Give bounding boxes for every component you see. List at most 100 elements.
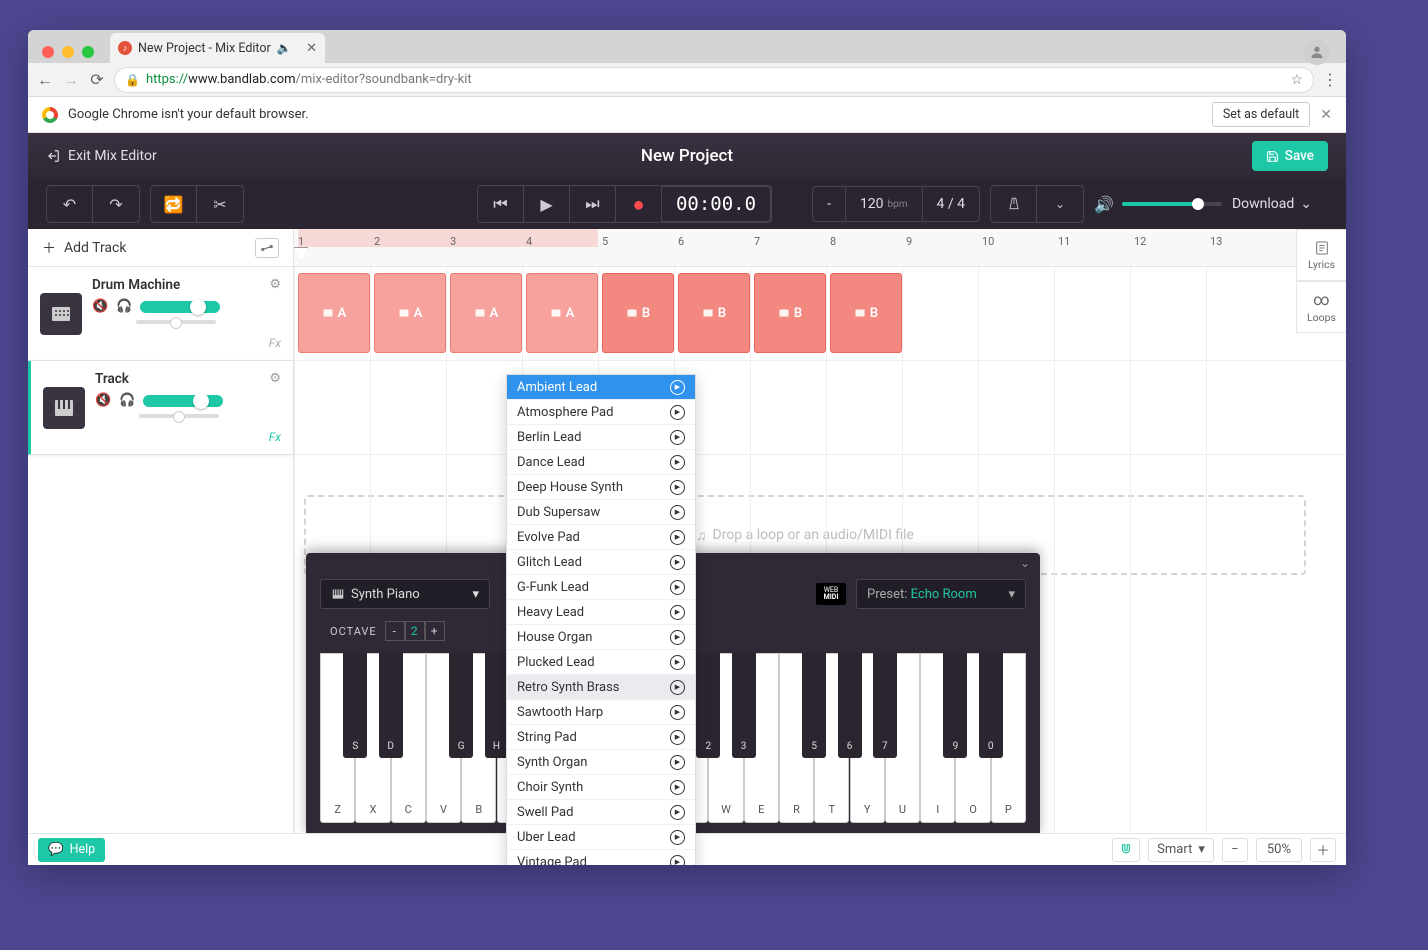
automation-toggle[interactable] (255, 238, 279, 258)
track-volume-slider[interactable] (140, 301, 220, 313)
dropdown-item[interactable]: String Pad▶ (507, 725, 695, 750)
dropdown-item[interactable]: Dance Lead▶ (507, 450, 695, 475)
snap-magnet-button[interactable] (1112, 838, 1140, 862)
dropdown-item[interactable]: Heavy Lead▶ (507, 600, 695, 625)
skip-back-button[interactable]: ⏮ (478, 186, 524, 222)
black-key[interactable]: 0 (979, 653, 1003, 758)
window-maximize-icon[interactable] (82, 46, 94, 58)
dropdown-item[interactable]: Dub Supersaw▶ (507, 500, 695, 525)
key-display[interactable]: - (813, 187, 846, 221)
black-key[interactable]: H (485, 653, 509, 758)
bookmark-star-icon[interactable]: ☆ (1290, 72, 1303, 88)
midi-clip[interactable]: B (754, 273, 826, 353)
mute-icon[interactable]: 🔇 (92, 299, 108, 314)
midi-clip[interactable]: A (450, 273, 522, 353)
window-close-icon[interactable] (42, 46, 54, 58)
preview-play-icon[interactable]: ▶ (670, 655, 685, 670)
dropdown-item[interactable]: Retro Synth Brass▶ (507, 675, 695, 700)
preview-play-icon[interactable]: ▶ (670, 480, 685, 495)
metronome-button[interactable] (991, 186, 1037, 222)
preview-play-icon[interactable]: ▶ (670, 805, 685, 820)
preview-play-icon[interactable]: ▶ (670, 755, 685, 770)
browser-tab[interactable]: ♪ New Project - Mix Editor 🔈 ✕ (110, 33, 325, 63)
snap-mode-selector[interactable]: Smart ▾ (1148, 838, 1214, 862)
volume-slider[interactable] (1122, 202, 1222, 206)
preview-play-icon[interactable]: ▶ (670, 680, 685, 695)
preview-play-icon[interactable]: ▶ (670, 580, 685, 595)
black-key[interactable]: 7 (873, 653, 897, 758)
solo-icon[interactable]: 🎧 (116, 299, 132, 314)
timesig-display[interactable]: 4 / 4 (923, 187, 979, 221)
record-button[interactable]: ● (616, 186, 662, 222)
black-key[interactable]: 5 (802, 653, 826, 758)
preview-play-icon[interactable]: ▶ (670, 455, 685, 470)
preview-play-icon[interactable]: ▶ (670, 380, 685, 395)
track-volume-slider[interactable] (143, 395, 223, 407)
preview-play-icon[interactable]: ▶ (670, 630, 685, 645)
preview-play-icon[interactable]: ▶ (670, 605, 685, 620)
track-name[interactable]: Drum Machine (92, 277, 281, 293)
cut-button[interactable]: ✂ (197, 186, 243, 222)
dropdown-item[interactable]: Evolve Pad▶ (507, 525, 695, 550)
url-field[interactable]: 🔒 https://www.bandlab.com/mix-editor?sou… (114, 67, 1314, 93)
preview-play-icon[interactable]: ▶ (670, 505, 685, 520)
redo-button[interactable]: ↷ (93, 186, 139, 222)
midi-clip[interactable]: B (678, 273, 750, 353)
dropdown-item[interactable]: G-Funk Lead▶ (507, 575, 695, 600)
dropdown-item[interactable]: Berlin Lead▶ (507, 425, 695, 450)
window-minimize-icon[interactable] (62, 46, 74, 58)
download-button[interactable]: Download ⌄ (1232, 196, 1312, 212)
black-key[interactable]: 6 (838, 653, 862, 758)
track-fx-button[interactable]: Fx (269, 430, 281, 444)
octave-down-button[interactable]: - (385, 621, 405, 641)
undo-button[interactable]: ↶ (47, 186, 93, 222)
zoom-in-button[interactable]: ＋ (1310, 838, 1336, 862)
metronome-menu-button[interactable]: ⌄ (1037, 186, 1083, 222)
playhead-icon[interactable] (294, 247, 308, 261)
tab-mute-icon[interactable]: 🔈 (277, 41, 292, 55)
track-row[interactable]: Track 🔇 🎧 ⚙ Fx (28, 361, 293, 455)
track-settings-icon[interactable]: ⚙ (269, 371, 281, 386)
midi-clip[interactable]: A (298, 273, 370, 353)
webmidi-badge[interactable]: WEBMIDI (816, 583, 846, 605)
instrument-selector[interactable]: Synth Piano ▾ (320, 579, 490, 609)
midi-clip[interactable]: A (526, 273, 598, 353)
dropdown-item[interactable]: Plucked Lead▶ (507, 650, 695, 675)
black-key[interactable]: S (343, 653, 367, 758)
profile-icon[interactable] (1304, 39, 1330, 65)
save-button[interactable]: Save (1252, 141, 1328, 171)
skip-forward-button[interactable]: ⏭ (570, 186, 616, 222)
black-key[interactable]: D (379, 653, 403, 758)
dropdown-item[interactable]: Sawtooth Harp▶ (507, 700, 695, 725)
preview-play-icon[interactable]: ▶ (670, 830, 685, 845)
octave-up-button[interactable]: + (425, 621, 445, 641)
track-pan-slider[interactable] (136, 320, 216, 324)
dropdown-item[interactable]: Deep House Synth▶ (507, 475, 695, 500)
midi-clip[interactable]: A (374, 273, 446, 353)
tab-close-icon[interactable]: ✕ (306, 41, 317, 56)
time-display[interactable]: 00:00.0 (662, 186, 771, 222)
track-row[interactable]: Drum Machine 🔇 🎧 ⚙ Fx (28, 267, 293, 361)
add-track-button[interactable]: ＋ Add Track (28, 229, 293, 267)
dropdown-item[interactable]: Vintage Pad▶ (507, 850, 695, 865)
dropdown-item[interactable]: Uber Lead▶ (507, 825, 695, 850)
preview-play-icon[interactable]: ▶ (670, 555, 685, 570)
black-key[interactable]: 2 (696, 653, 720, 758)
reload-icon[interactable]: ⟳ (88, 70, 106, 89)
track-fx-button[interactable]: Fx (269, 336, 281, 350)
play-button[interactable]: ▶ (524, 186, 570, 222)
zoom-out-button[interactable]: − (1222, 838, 1248, 862)
back-icon[interactable]: ← (36, 70, 54, 90)
loop-button[interactable]: 🔁 (151, 186, 197, 222)
lyrics-tab[interactable]: Lyrics (1296, 229, 1346, 281)
zoom-value[interactable]: 50% (1256, 838, 1302, 862)
preview-play-icon[interactable]: ▶ (670, 855, 685, 866)
preview-play-icon[interactable]: ▶ (670, 405, 685, 420)
dropdown-item[interactable]: Glitch Lead▶ (507, 550, 695, 575)
black-key[interactable]: 9 (943, 653, 967, 758)
sound-preset-dropdown[interactable]: Ambient Lead▶Atmosphere Pad▶Berlin Lead▶… (506, 374, 696, 865)
browser-menu-icon[interactable]: ⋮ (1322, 70, 1338, 89)
midi-clip[interactable]: B (830, 273, 902, 353)
black-key[interactable]: G (449, 653, 473, 758)
dropdown-item[interactable]: Choir Synth▶ (507, 775, 695, 800)
